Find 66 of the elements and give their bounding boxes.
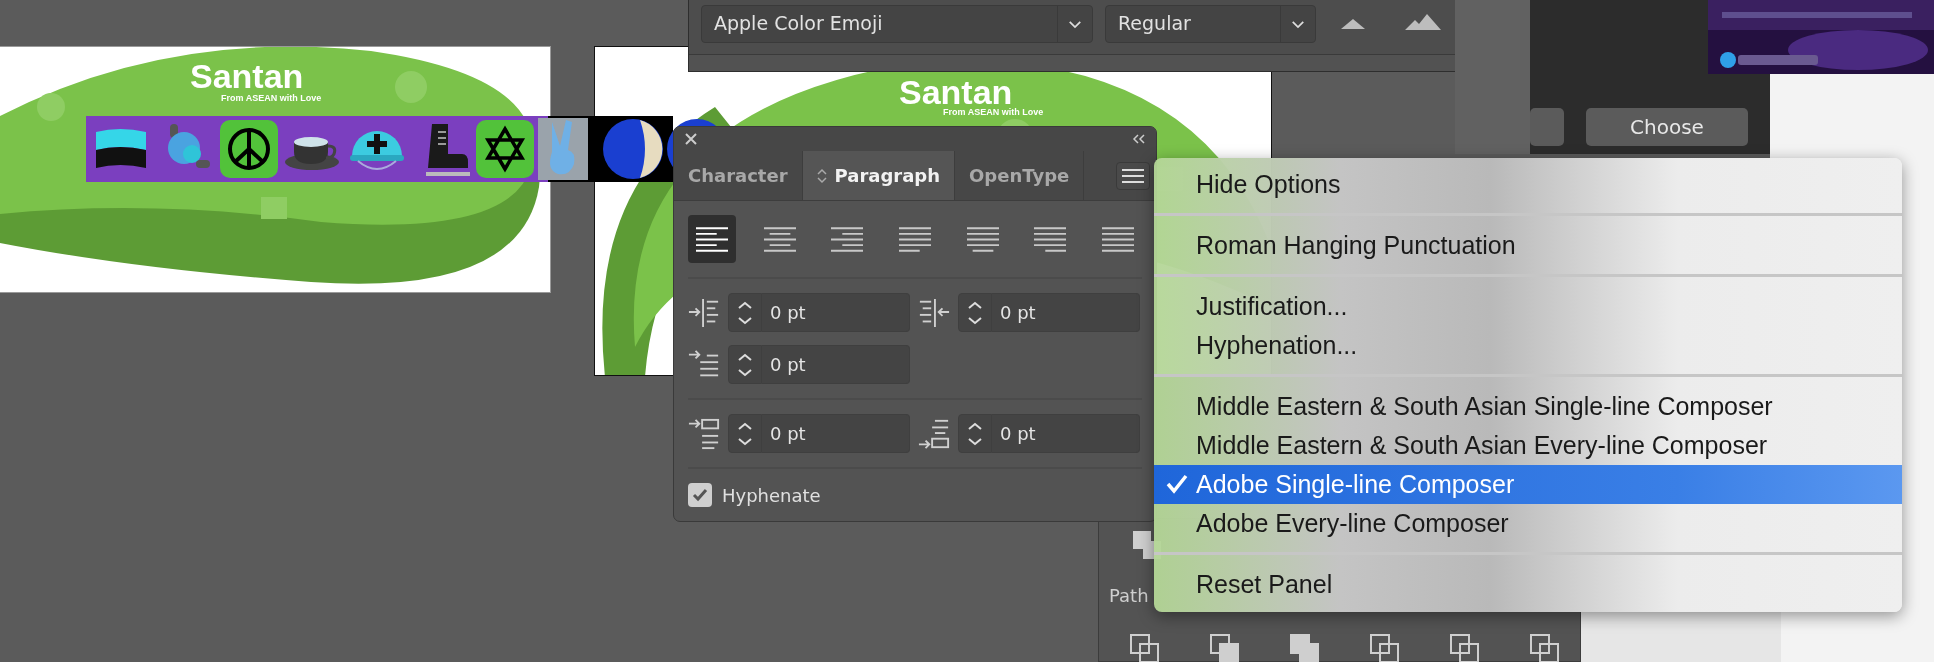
menu-item[interactable]: Middle Eastern & South Asian Single-line Composer [1154, 387, 1902, 426]
checkbox[interactable] [688, 483, 712, 507]
menu-item[interactable]: Roman Hanging Punctuation [1154, 226, 1902, 265]
stepper-arrows-icon [737, 299, 753, 326]
font-style-dropdown[interactable]: Regular [1105, 5, 1316, 43]
left-indent-icon [688, 296, 720, 329]
spinner-control[interactable] [728, 414, 762, 453]
peace-symbol-icon [218, 118, 280, 180]
choose-button[interactable]: Choose [1586, 108, 1748, 146]
pathfinder-icon[interactable] [1209, 633, 1241, 662]
align-justify-right-icon [1034, 225, 1067, 253]
space-after-icon [918, 417, 950, 450]
menu-item[interactable]: Hide Options [1154, 165, 1902, 204]
panel-tab[interactable]: Paragraph [802, 151, 956, 200]
star-of-david-icon [474, 118, 536, 180]
input-field[interactable]: 0 pt [992, 293, 1140, 332]
stepper-arrows-icon [737, 351, 753, 378]
align-left-icon [696, 225, 728, 253]
menu-item[interactable]: Reset Panel [1154, 565, 1902, 604]
tagline-text: From ASEAN with Love [943, 107, 1044, 117]
menu-item[interactable]: Middle Eastern & South Asian Every-line Composer [1154, 426, 1902, 465]
align-justify-all-icon [1101, 225, 1134, 253]
right-indent-icon [918, 296, 950, 329]
font-family-dropdown[interactable]: Apple Color Emoji [701, 5, 1093, 43]
align-right-icon [831, 225, 864, 253]
checkmark-icon [692, 488, 708, 502]
large-mountain-icon[interactable] [1405, 14, 1441, 30]
updown-icon [816, 167, 827, 184]
checkbox-label: Hyphenate [722, 484, 821, 506]
align-center-icon [763, 225, 796, 253]
logo-text: Santan [190, 59, 304, 93]
spinner-control[interactable] [958, 293, 992, 332]
collapse-icon[interactable] [1132, 132, 1146, 146]
pathfinder-icon[interactable] [1449, 633, 1481, 662]
align-justify-center-icon [966, 225, 999, 253]
spinner-control[interactable] [728, 293, 762, 332]
stepper-arrows-icon [967, 420, 983, 447]
chevron-icon [1291, 19, 1305, 29]
pathfinder-icon[interactable] [1129, 633, 1161, 662]
menu-item[interactable]: Justification... [1154, 287, 1902, 326]
input-field[interactable]: 0 pt [762, 414, 910, 453]
logo-text: Santan [899, 75, 1013, 109]
pathfinder-icon[interactable] [1529, 633, 1561, 662]
align-justify-left-icon [898, 225, 931, 253]
panel-menu-button[interactable] [1116, 161, 1150, 190]
tagline-text: From ASEAN with Love [221, 93, 322, 103]
input-field[interactable]: 0 pt [992, 414, 1140, 453]
menu-item[interactable]: Hyphenation... [1154, 326, 1902, 365]
stepper-arrows-icon [737, 420, 753, 447]
pathfinder-icon[interactable] [1369, 633, 1401, 662]
spinner-control[interactable] [728, 345, 762, 384]
menu-icon [1122, 168, 1144, 183]
menu-item[interactable]: Adobe Single-line Composer [1154, 465, 1902, 504]
space-before-icon [688, 417, 720, 450]
pathfinder-icon[interactable] [1289, 633, 1321, 662]
close-icon[interactable] [684, 132, 698, 146]
stepper-arrows-icon [967, 299, 983, 326]
chevron-icon [1068, 19, 1082, 29]
input-field[interactable]: 0 pt [762, 293, 910, 332]
input-field[interactable]: 0 pt [762, 345, 910, 384]
menu-item[interactable]: Adobe Every-line Composer [1154, 504, 1902, 543]
panel-title: Path [1109, 585, 1149, 606]
align-button[interactable] [688, 215, 736, 263]
spinner-control[interactable] [958, 414, 992, 453]
small-mountain-icon[interactable] [1341, 17, 1365, 29]
moon-icon [602, 118, 664, 180]
